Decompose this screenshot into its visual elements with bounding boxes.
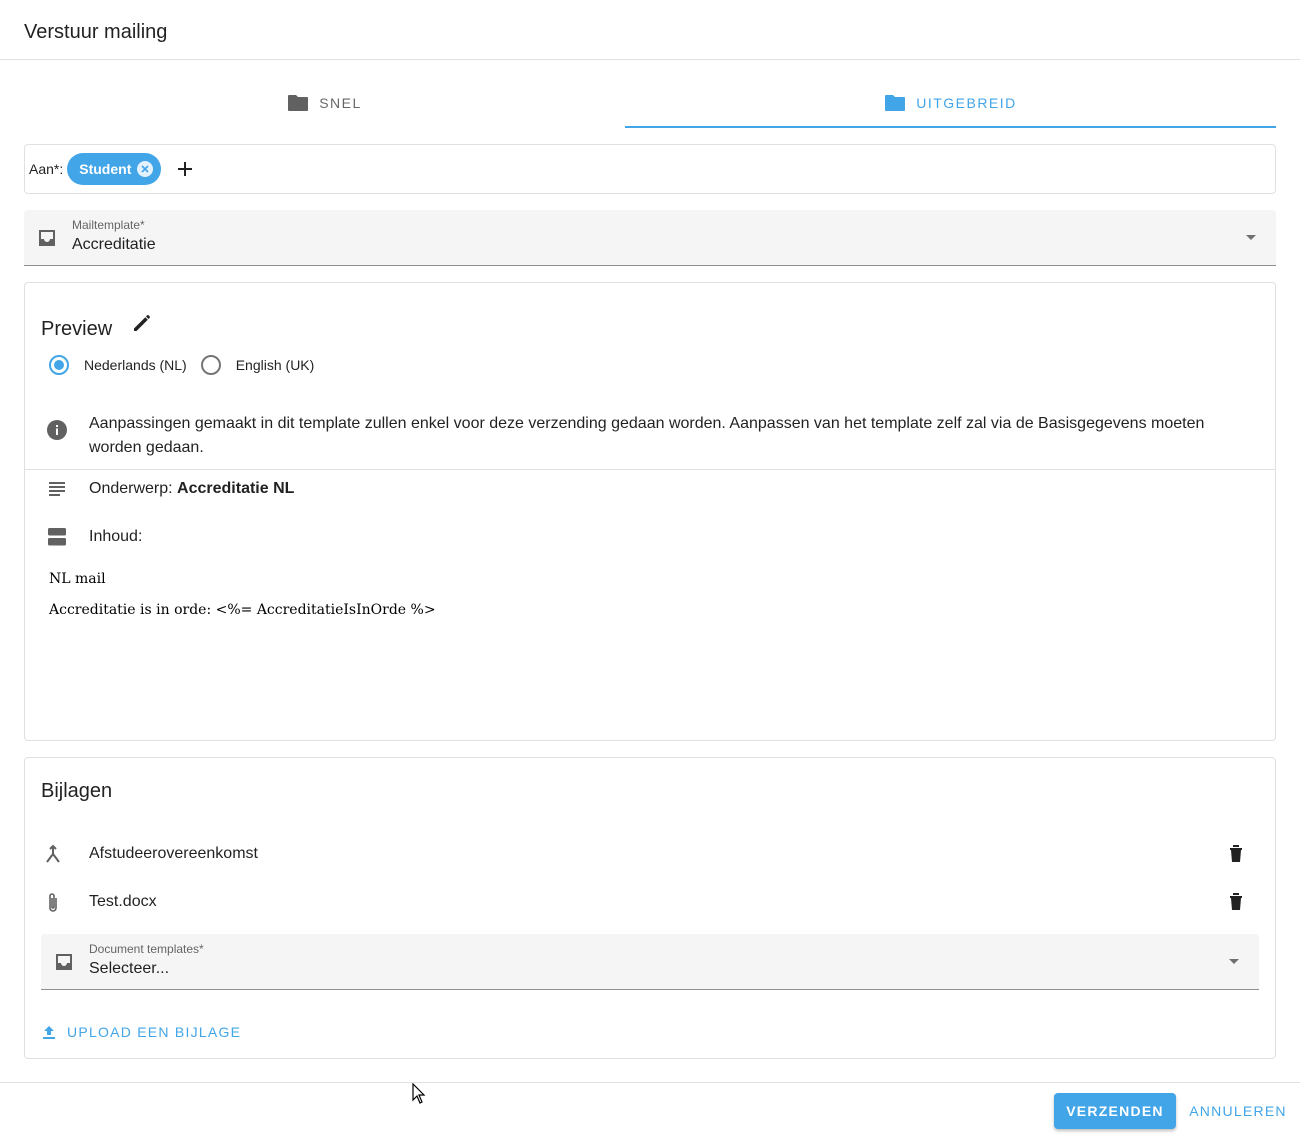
recipients-field: Aan*: Student — [24, 144, 1276, 194]
content-icon — [48, 528, 66, 546]
attachment-name: Test.docx — [89, 893, 157, 910]
radio-nl[interactable] — [49, 355, 69, 375]
attachment-item: Afstudeerovereenkomst — [25, 842, 1275, 866]
inbox-icon — [53, 951, 75, 978]
mail-body-line: NL mail — [49, 571, 106, 587]
dialog-header: Verstuur mailing — [0, 0, 1300, 60]
merge-icon — [46, 844, 60, 863]
upload-icon — [43, 1026, 55, 1039]
info-text: Aanpassingen gemaakt in dit template zul… — [89, 415, 1205, 456]
paperclip-icon — [49, 893, 57, 912]
folder-icon — [288, 95, 309, 111]
radio-nl-label: Nederlands (NL) — [84, 357, 187, 373]
upload-label: UPLOAD EEN BIJLAGE — [67, 1024, 242, 1040]
close-icon[interactable] — [137, 161, 154, 177]
preview-title: Preview — [41, 318, 113, 340]
tabs: SNEL UITGEBREID — [24, 78, 1276, 128]
mailtemplate-value: Accreditatie — [72, 236, 156, 253]
tab-snel[interactable]: SNEL — [24, 78, 625, 128]
tab-label: UITGEBREID — [916, 95, 1017, 111]
tab-label: SNEL — [319, 95, 362, 111]
add-recipient-button[interactable] — [175, 159, 195, 179]
document-templates-value: Selecteer... — [89, 960, 170, 977]
info-icon — [47, 420, 67, 440]
subject-row: Onderwerp: Accreditatie NL — [25, 477, 1275, 501]
info-row: Aanpassingen gemaakt in dit template zul… — [25, 412, 1275, 470]
chevron-down-icon — [1246, 235, 1256, 240]
dialog-title: Verstuur mailing — [24, 21, 168, 43]
subject-value: Accreditatie NL — [177, 480, 295, 497]
mouse-cursor-icon — [412, 1082, 426, 1110]
delete-icon[interactable] — [1229, 892, 1243, 915]
attachments-title: Bijlagen — [41, 780, 113, 802]
document-templates-select[interactable]: Document templates* Selecteer... — [41, 934, 1259, 990]
mail-body: NL mail Accreditatie is in orde: <%= Acc… — [49, 571, 436, 633]
inbox-icon — [36, 227, 58, 254]
radio-en[interactable] — [200, 355, 221, 375]
subject-icon — [49, 482, 65, 496]
tab-uitgebreid[interactable]: UITGEBREID — [625, 78, 1276, 128]
recipients-label: Aan*: — [29, 161, 64, 177]
document-templates-label: Document templates* — [89, 942, 204, 956]
delete-icon[interactable] — [1229, 844, 1243, 867]
mail-body-line: Accreditatie is in orde: <%= Accreditati… — [49, 602, 436, 618]
cancel-button[interactable]: ANNULEREN — [1186, 1093, 1290, 1129]
preview-card: Preview Nederlands (NL) English (UK) Aan… — [24, 282, 1276, 741]
edit-icon[interactable] — [132, 313, 152, 338]
mailtemplate-label: Mailtemplate* — [72, 218, 145, 232]
upload-attachment-button[interactable]: UPLOAD EEN BIJLAGE — [43, 1024, 241, 1040]
send-button[interactable]: VERZENDEN — [1054, 1093, 1176, 1129]
dialog-actions: VERZENDEN ANNULEREN — [0, 1082, 1300, 1136]
attachments-card: Bijlagen Afstudeerovereenkomst Test.docx… — [24, 757, 1276, 1059]
plus-icon — [178, 162, 193, 176]
attachment-name: Afstudeerovereenkomst — [89, 845, 258, 862]
radio-en-label: English (UK) — [235, 357, 315, 373]
recipient-chip[interactable]: Student — [67, 153, 162, 185]
content-label: Inhoud: — [89, 528, 143, 545]
chip-label: Student — [79, 161, 132, 177]
chevron-down-icon — [1229, 959, 1239, 964]
mailtemplate-select[interactable]: Mailtemplate* Accreditatie — [24, 210, 1276, 266]
content-row: Inhoud: — [25, 525, 1275, 549]
subject-label: Onderwerp: — [89, 480, 173, 497]
folder-icon — [885, 95, 906, 111]
language-selector: Nederlands (NL) English (UK) — [49, 355, 314, 375]
attachment-item: Test.docx — [25, 890, 1275, 914]
